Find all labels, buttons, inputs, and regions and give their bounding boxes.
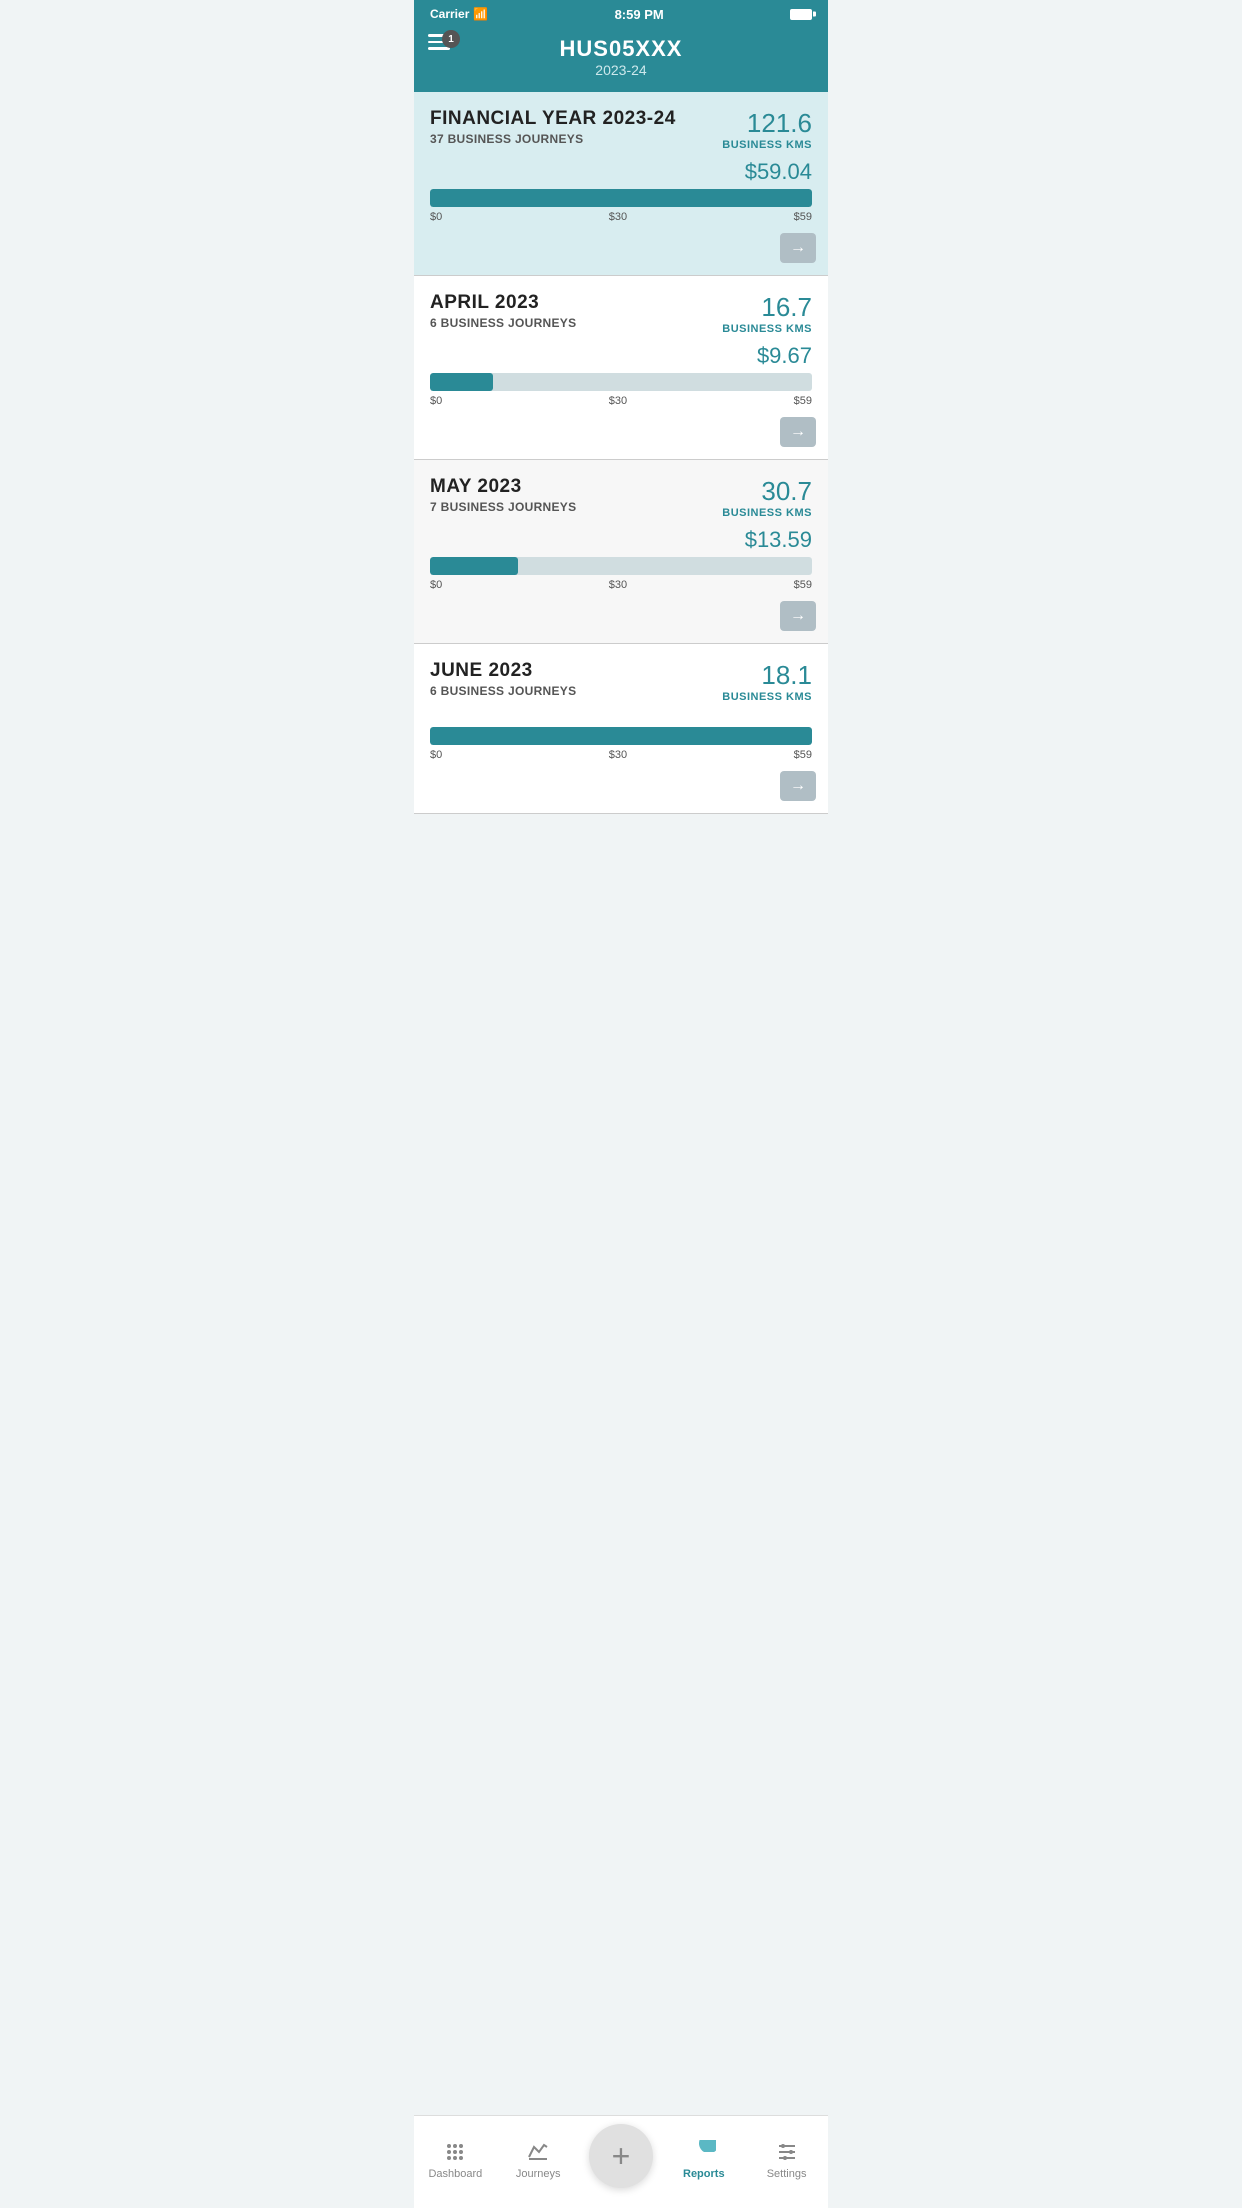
bar-container-jun2023: $0 $30 $59 [430,727,812,761]
card-title-group-apr2023: APRIL 2023 6 BUSINESS JOURNEYS [430,292,576,330]
add-button[interactable]: + [589,2124,653,2188]
notification-badge: 1 [442,30,460,48]
bar-label-0-may2023: $0 [430,579,442,591]
battery-icon [790,9,812,20]
report-card-jun2023: JUNE 2023 6 BUSINESS JOURNEYS 18.1 BUSIN… [414,644,828,814]
menu-bar-3 [428,47,450,50]
nav-item-dashboard[interactable]: Dashboard [414,2140,497,2180]
card-kms-label-apr2023: BUSINESS KMS [722,323,812,335]
report-card-may2023: MAY 2023 7 BUSINESS JOURNEYS 30.7 BUSINE… [414,460,828,644]
report-card-apr2023: APRIL 2023 6 BUSINESS JOURNEYS 16.7 BUSI… [414,276,828,460]
progress-fill-jun2023 [430,727,812,745]
status-bar-left: Carrier 📶 [430,7,488,21]
progress-track-may2023 [430,557,812,575]
card-kms-value-fy2023: 121.6 [722,108,812,139]
card-kms-fy2023: 121.6 BUSINESS KMS [722,108,812,151]
card-journeys-jun2023: 6 BUSINESS JOURNEYS [430,684,576,698]
card-kms-label-may2023: BUSINESS KMS [722,507,812,519]
nav-item-journeys[interactable]: Journeys [497,2140,580,2180]
progress-fill-fy2023 [430,189,812,207]
nav-label-dashboard: Dashboard [428,2168,482,2180]
wifi-icon: 📶 [473,7,488,21]
card-title-may2023: MAY 2023 [430,476,576,498]
bar-labels-may2023: $0 $30 $59 [430,579,812,591]
progress-track-apr2023 [430,373,812,391]
card-dollar-fy2023: $59.04 [430,159,812,185]
bar-container-may2023: $0 $30 $59 [430,557,812,591]
bar-label-1-may2023: $30 [609,579,627,591]
status-bar: Carrier 📶 8:59 PM [414,0,828,28]
card-header-apr2023: APRIL 2023 6 BUSINESS JOURNEYS 16.7 BUSI… [430,292,812,335]
card-nav-arrow-may2023[interactable] [780,601,816,631]
card-kms-label-fy2023: BUSINESS KMS [722,139,812,151]
bottom-navigation: Dashboard Journeys + Reports Settings [414,2115,828,2208]
bar-label-0-jun2023: $0 [430,749,442,761]
card-dollar-may2023: $13.59 [430,527,812,553]
card-journeys-may2023: 7 BUSINESS JOURNEYS [430,500,576,514]
progress-track-jun2023 [430,727,812,745]
journeys-icon [526,2140,550,2164]
card-kms-value-may2023: 30.7 [722,476,812,507]
carrier-label: Carrier [430,7,469,21]
nav-item-fab[interactable]: + [580,2124,663,2196]
bar-labels-apr2023: $0 $30 $59 [430,395,812,407]
card-kms-label-jun2023: BUSINESS KMS [722,691,812,703]
card-kms-jun2023: 18.1 BUSINESS KMS [722,660,812,703]
card-journeys-apr2023: 6 BUSINESS JOURNEYS [430,316,576,330]
bar-label-0-fy2023: $0 [430,211,442,223]
bar-label-2-may2023: $59 [794,579,812,591]
nav-item-reports[interactable]: Reports [662,2140,745,2180]
card-title-jun2023: JUNE 2023 [430,660,576,682]
bar-label-2-jun2023: $59 [794,749,812,761]
card-kms-may2023: 30.7 BUSINESS KMS [722,476,812,519]
app-title: HUS05XXX [430,36,812,62]
card-title-apr2023: APRIL 2023 [430,292,576,314]
status-bar-time: 8:59 PM [615,7,664,22]
bar-labels-fy2023: $0 $30 $59 [430,211,812,223]
card-journeys-fy2023: 37 BUSINESS JOURNEYS [430,132,676,146]
progress-fill-apr2023 [430,373,493,391]
card-nav-arrow-fy2023[interactable] [780,233,816,263]
nav-label-reports: Reports [683,2168,725,2180]
bar-labels-jun2023: $0 $30 $59 [430,749,812,761]
bar-label-1-fy2023: $30 [609,211,627,223]
card-title-fy2023: FINANCIAL YEAR 2023-24 [430,108,676,130]
card-title-group-jun2023: JUNE 2023 6 BUSINESS JOURNEYS [430,660,576,698]
card-nav-arrow-jun2023[interactable] [780,771,816,801]
nav-label-settings: Settings [767,2168,807,2180]
card-title-group-fy2023: FINANCIAL YEAR 2023-24 37 BUSINESS JOURN… [430,108,676,146]
app-subtitle: 2023-24 [430,62,812,78]
card-kms-apr2023: 16.7 BUSINESS KMS [722,292,812,335]
bar-container-fy2023: $0 $30 $59 [430,189,812,223]
settings-icon [775,2140,799,2164]
bar-label-0-apr2023: $0 [430,395,442,407]
card-header-jun2023: JUNE 2023 6 BUSINESS JOURNEYS 18.1 BUSIN… [430,660,812,703]
card-header-fy2023: FINANCIAL YEAR 2023-24 37 BUSINESS JOURN… [430,108,812,151]
card-dollar-apr2023: $9.67 [430,343,812,369]
bar-label-2-apr2023: $59 [794,395,812,407]
card-title-group-may2023: MAY 2023 7 BUSINESS JOURNEYS [430,476,576,514]
reports-icon [692,2140,716,2164]
bar-container-apr2023: $0 $30 $59 [430,373,812,407]
nav-label-journeys: Journeys [516,2168,561,2180]
progress-track-fy2023 [430,189,812,207]
progress-fill-may2023 [430,557,518,575]
bar-label-1-jun2023: $30 [609,749,627,761]
nav-item-settings[interactable]: Settings [745,2140,828,2180]
card-nav-arrow-apr2023[interactable] [780,417,816,447]
main-content: FINANCIAL YEAR 2023-24 37 BUSINESS JOURN… [414,92,828,894]
bar-label-2-fy2023: $59 [794,211,812,223]
card-kms-value-apr2023: 16.7 [722,292,812,323]
dashboard-icon [443,2140,467,2164]
report-card-fy2023: FINANCIAL YEAR 2023-24 37 BUSINESS JOURN… [414,92,828,276]
status-bar-right [790,9,812,20]
card-header-may2023: MAY 2023 7 BUSINESS JOURNEYS 30.7 BUSINE… [430,476,812,519]
card-kms-value-jun2023: 18.1 [722,660,812,691]
bar-label-1-apr2023: $30 [609,395,627,407]
app-header: 1 HUS05XXX 2023-24 [414,28,828,92]
